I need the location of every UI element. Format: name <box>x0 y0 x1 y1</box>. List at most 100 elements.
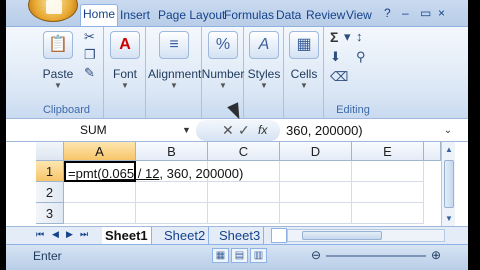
group-cells: ▦ Cells ▼ <box>284 27 324 119</box>
first-sheet-icon[interactable]: ⏮ <box>36 229 44 240</box>
autosum-icon[interactable]: Σ <box>330 29 338 45</box>
vertical-scrollbar[interactable]: ▲ ▼ <box>441 142 455 226</box>
formula-content[interactable]: 360, 200000) <box>286 121 363 140</box>
ribbon-tab-row: Home Insert Page Layout Formulas Data Re… <box>6 0 468 26</box>
styles-icon: A <box>249 31 279 59</box>
group-label-clipboard: Clipboard <box>42 104 91 116</box>
autosum-dropdown-arrow-icon[interactable]: ▾ <box>344 29 351 45</box>
cancel-entry-icon[interactable]: ✕ <box>222 122 234 139</box>
formula-bar-expand-icon[interactable]: ⌄ <box>441 121 455 140</box>
page-break-view-icon[interactable]: ▥ <box>250 248 267 263</box>
tab-view[interactable]: View <box>344 6 374 26</box>
status-mode: Enter <box>33 249 62 263</box>
alignment-dropdown-arrow-icon: ▼ <box>170 81 178 90</box>
prev-sheet-icon[interactable]: ◀ <box>52 229 59 240</box>
tab-insert[interactable]: Insert <box>118 6 152 26</box>
align-icon: ≡ <box>159 31 189 59</box>
insert-sheet-button[interactable] <box>271 228 287 243</box>
office-logo-icon <box>46 0 62 14</box>
formula-argument-text: 0.065 / 12 <box>101 166 160 181</box>
formula-bar: SUM ▼ ✕ ✓ fx 360, 200000) ⌄ <box>6 118 468 142</box>
cell-a1[interactable]: =pmt(0.065 / 12, 360, 200000) <box>64 161 243 182</box>
normal-view-icon[interactable]: ▦ <box>212 248 229 263</box>
font-color-icon: A <box>110 31 140 59</box>
row-header-3[interactable]: 3 <box>36 203 64 224</box>
fill-icon[interactable]: ⬇ <box>330 49 341 65</box>
cells-dropdown-arrow-icon: ▼ <box>300 81 308 90</box>
name-box-dropdown-icon[interactable]: ▼ <box>182 125 191 135</box>
cell-b3[interactable] <box>136 203 208 224</box>
clear-icon[interactable]: ⌫ <box>330 69 348 85</box>
tab-review[interactable]: Review <box>304 6 347 26</box>
office-button[interactable] <box>28 0 78 22</box>
group-label-editing: Editing <box>336 104 370 116</box>
column-header-b[interactable]: B <box>136 142 208 161</box>
alignment-button[interactable]: ≡ Alignment ▼ <box>148 31 201 90</box>
formula-buttons: ✕ ✓ fx <box>196 120 280 141</box>
format-painter-icon[interactable]: ✎ <box>84 65 95 81</box>
scroll-up-icon[interactable]: ▲ <box>445 145 453 154</box>
formula-rest-text: , 360, 200000) <box>159 166 244 181</box>
row-header-2[interactable]: 2 <box>36 182 64 203</box>
copy-icon[interactable]: ❐ <box>84 47 96 63</box>
group-alignment: ≡ Alignment ▼ <box>146 27 202 119</box>
sheet-tab-sheet3[interactable]: Sheet3 <box>216 227 265 244</box>
sheet-tab-bar: ⏮ ◀ ▶ ⏭ Sheet1 Sheet2 Sheet3 <box>6 226 468 244</box>
cell-e3[interactable] <box>352 203 424 224</box>
next-sheet-icon[interactable]: ▶ <box>66 229 73 240</box>
cell-d3[interactable] <box>280 203 352 224</box>
last-sheet-icon[interactable]: ⏭ <box>80 229 88 240</box>
sort-filter-icon[interactable]: ↕ <box>356 29 363 44</box>
tab-home[interactable]: Home <box>80 4 119 26</box>
find-select-icon[interactable]: ⚲ <box>356 49 366 65</box>
column-header-d[interactable]: D <box>280 142 352 161</box>
cell-b2[interactable] <box>136 182 208 203</box>
zoom-slider[interactable] <box>326 255 426 257</box>
horizontal-scroll-thumb[interactable] <box>302 231 382 240</box>
horizontal-scrollbar[interactable] <box>287 229 445 242</box>
cell-a3[interactable] <box>64 203 136 224</box>
cut-icon[interactable]: ✂ <box>84 29 95 45</box>
cell-d1[interactable] <box>280 161 352 182</box>
cell-e1[interactable] <box>352 161 424 182</box>
sheet-tab-sheet1[interactable]: Sheet1 <box>102 227 152 244</box>
zoom-out-icon[interactable]: ⊖ <box>311 248 321 262</box>
select-all-corner[interactable] <box>36 142 64 161</box>
column-header-a[interactable]: A <box>64 142 136 161</box>
formula-function-text: =pmt( <box>68 166 102 181</box>
help-icon[interactable]: ? <box>384 6 391 20</box>
cell-e2[interactable] <box>352 182 424 203</box>
tab-data[interactable]: Data <box>274 6 303 26</box>
insert-function-button[interactable]: fx <box>258 123 267 137</box>
sheet-tab-sheet2[interactable]: Sheet2 <box>161 227 210 244</box>
close-button[interactable]: × <box>438 6 445 20</box>
scroll-down-icon[interactable]: ▼ <box>445 214 453 223</box>
name-box[interactable]: SUM <box>34 121 194 140</box>
paste-dropdown-arrow-icon: ▼ <box>54 81 62 90</box>
restore-button[interactable]: ▭ <box>420 6 431 20</box>
paste-button[interactable]: 📋 Paste ▼ <box>32 31 84 90</box>
vertical-scroll-thumb[interactable] <box>444 160 454 208</box>
font-button[interactable]: A Font ▼ <box>99 31 151 90</box>
cells-button[interactable]: ▦ Cells ▼ <box>278 31 330 90</box>
column-header-f-partial[interactable] <box>424 142 441 161</box>
cell-c2[interactable] <box>208 182 280 203</box>
page-layout-view-icon[interactable]: ▤ <box>231 248 248 263</box>
column-header-c[interactable]: C <box>208 142 280 161</box>
zoom-in-icon[interactable]: ⊕ <box>431 248 441 262</box>
group-editing: Σ ▾ ↕ ⬇ ⚲ ⌫ Editing <box>324 27 382 119</box>
cells-icon: ▦ <box>289 31 319 59</box>
font-dropdown-arrow-icon: ▼ <box>121 81 129 90</box>
tab-page-layout[interactable]: Page Layout <box>156 6 227 26</box>
paste-icon: 📋 <box>43 31 73 59</box>
row-header-1[interactable]: 1 <box>36 161 64 182</box>
tab-formulas[interactable]: Formulas <box>222 6 276 26</box>
column-header-e[interactable]: E <box>352 142 424 161</box>
percent-icon: % <box>208 31 238 59</box>
minimize-button[interactable]: – <box>402 6 409 20</box>
status-bar: Enter ▦ ▤ ▥ ⊖ ⊕ <box>6 244 468 270</box>
cell-a2[interactable] <box>64 182 136 203</box>
cell-d2[interactable] <box>280 182 352 203</box>
confirm-entry-icon[interactable]: ✓ <box>238 122 250 139</box>
cell-c3[interactable] <box>208 203 280 224</box>
